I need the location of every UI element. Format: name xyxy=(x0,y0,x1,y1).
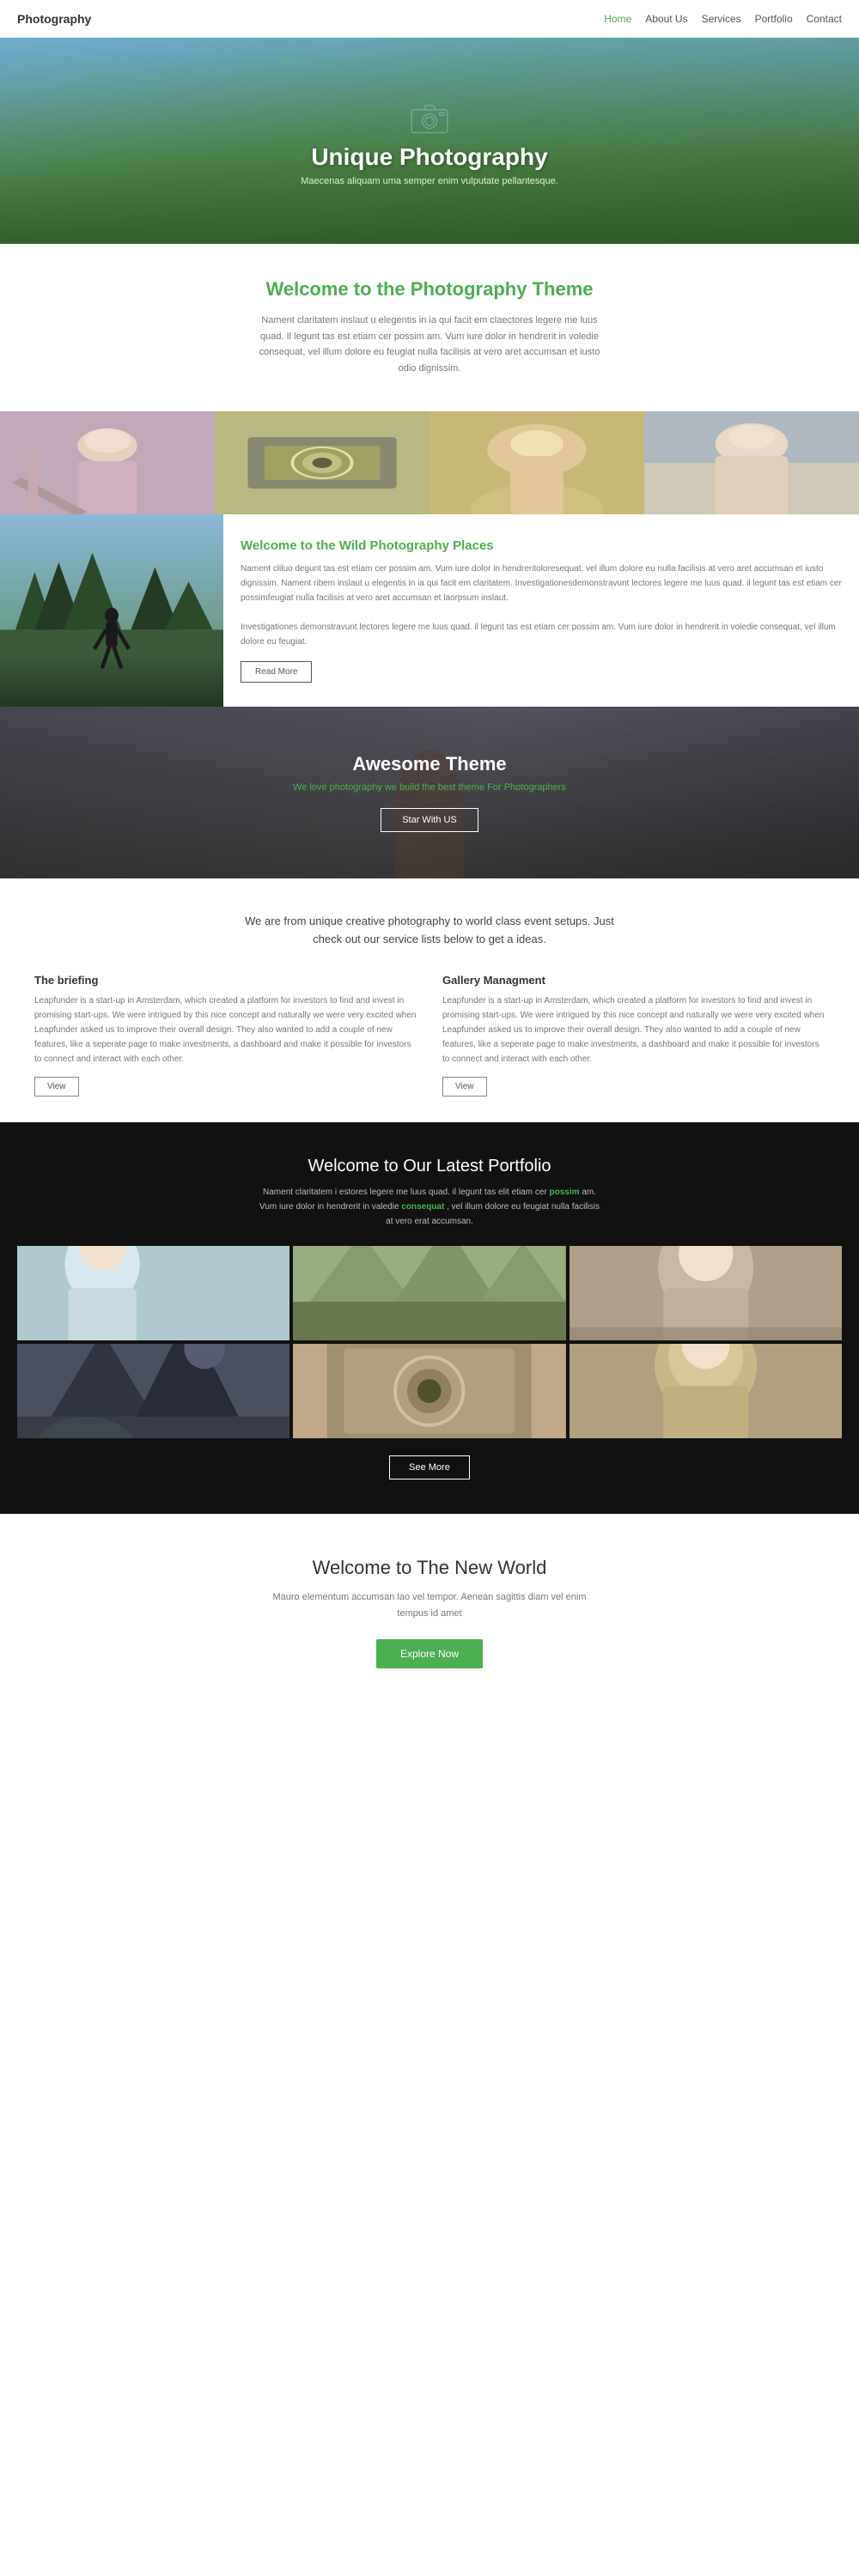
portfolio-title: Welcome to Our Latest Portfolio xyxy=(17,1157,842,1176)
camera-icon xyxy=(408,96,451,143)
service-item-2: Gallery Managment Leapfunder is a start-… xyxy=(442,974,825,1097)
portfolio-item-2[interactable] xyxy=(293,1246,565,1340)
hero-title: Unique Photography xyxy=(311,143,547,171)
nav-about[interactable]: About Us xyxy=(645,13,687,25)
portfolio-bold-2: consequat xyxy=(401,1202,444,1212)
awesome-title: Awesome Theme xyxy=(352,753,506,775)
navbar-brand: Photography xyxy=(17,12,91,26)
new-world-section: Welcome to The New World Mauro elementum… xyxy=(0,1514,859,1710)
wild-image xyxy=(0,514,223,707)
photo-strip-4 xyxy=(644,411,859,514)
hero-section: Unique Photography Maecenas aliquam uma … xyxy=(0,38,859,244)
portfolio-grid xyxy=(17,1246,842,1438)
awesome-section: Awesome Theme We love photography we bui… xyxy=(0,707,859,878)
portfolio-item-3[interactable] xyxy=(570,1246,842,1340)
portfolio-item-1[interactable] xyxy=(17,1246,289,1340)
wild-highlight: Photography xyxy=(369,538,449,553)
portfolio-header: Welcome to Our Latest Portfolio Nament c… xyxy=(17,1157,842,1229)
portfolio-item-4[interactable] xyxy=(17,1344,289,1438)
welcome-heading: Welcome to the Photography Theme xyxy=(69,278,790,301)
awesome-subtitle: We love photography we build the best th… xyxy=(293,782,566,793)
services-section: We are from unique creative photography … xyxy=(0,878,859,1123)
welcome-section: Welcome to the Photography Theme Nament … xyxy=(0,244,859,411)
photo-strip-3 xyxy=(430,411,644,514)
nav-portfolio[interactable]: Portfolio xyxy=(755,13,793,25)
new-world-body: Mauro elementum accumsan lao vel tempor.… xyxy=(258,1589,601,1621)
services-intro: We are from unique creative photography … xyxy=(34,913,825,949)
service-2-title: Gallery Managment xyxy=(442,974,825,987)
welcome-body: Nament claritatem inslaut u elegentis in… xyxy=(249,313,610,377)
services-grid: The briefing Leapfunder is a start-up in… xyxy=(34,974,825,1097)
portfolio-bold-1: possim xyxy=(550,1188,580,1197)
portfolio-item-5[interactable] xyxy=(293,1344,565,1438)
awesome-highlight: Photographers xyxy=(504,782,566,793)
nav-home[interactable]: Home xyxy=(604,13,631,25)
service-1-body: Leapfunder is a start-up in Amsterdam, w… xyxy=(34,993,417,1066)
service-item-1: The briefing Leapfunder is a start-up in… xyxy=(34,974,417,1097)
portfolio-body: Nament claritatem i estores legere me lu… xyxy=(258,1185,601,1229)
nav-services[interactable]: Services xyxy=(702,13,741,25)
service-2-body: Leapfunder is a start-up in Amsterdam, w… xyxy=(442,993,825,1066)
navbar-nav: Home About Us Services Portfolio Contact xyxy=(604,11,842,27)
nav-contact[interactable]: Contact xyxy=(807,13,842,25)
service-2-button[interactable]: View xyxy=(442,1077,487,1097)
service-1-title: The briefing xyxy=(34,974,417,987)
photo-strip-1 xyxy=(0,411,215,514)
star-with-us-button[interactable]: Star With US xyxy=(381,808,478,832)
hero-subtitle: Maecenas aliquam uma semper enim vulputa… xyxy=(301,176,558,186)
services-intro-text: We are from unique creative photography … xyxy=(232,913,627,949)
photo-strip xyxy=(0,411,859,514)
see-more-wrap: See More xyxy=(17,1455,842,1479)
navbar: Photography Home About Us Services Portf… xyxy=(0,0,859,38)
wild-heading: Welcome to the Wild Photography Places xyxy=(241,538,842,553)
portfolio-item-6[interactable] xyxy=(570,1344,842,1438)
wild-content: Welcome to the Wild Photography Places N… xyxy=(223,514,859,707)
new-world-title: Welcome to The New World xyxy=(69,1557,790,1579)
portfolio-section: Welcome to Our Latest Portfolio Nament c… xyxy=(0,1122,859,1514)
see-more-button[interactable]: See More xyxy=(389,1455,470,1479)
read-more-button[interactable]: Read More xyxy=(241,661,312,683)
service-1-button[interactable]: View xyxy=(34,1077,79,1097)
welcome-highlight: Photography xyxy=(411,278,527,300)
wild-section: Welcome to the Wild Photography Places N… xyxy=(0,514,859,707)
explore-now-button[interactable]: Explore Now xyxy=(376,1639,483,1668)
photo-strip-2 xyxy=(215,411,430,514)
wild-body: Nament cliluo degunt tas est etiam cer p… xyxy=(241,562,842,649)
